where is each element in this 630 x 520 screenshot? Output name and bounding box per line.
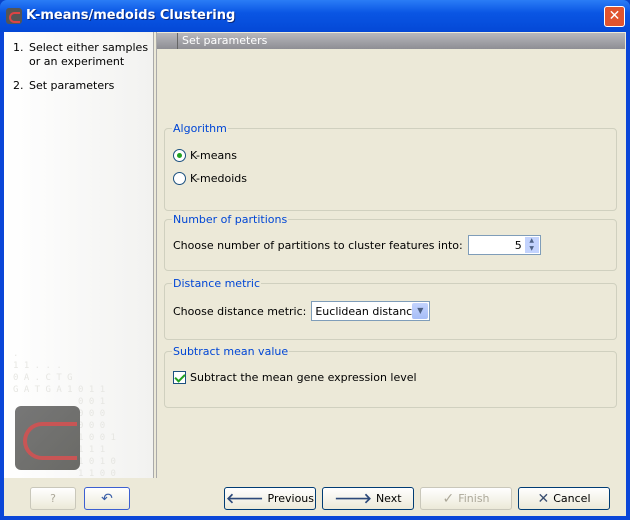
- subtract-group: Subtract mean value Subtract the mean ge…: [164, 345, 617, 408]
- reset-button[interactable]: ↶: [84, 487, 130, 510]
- radio-label: K-means: [190, 149, 237, 162]
- algorithm-group: Algorithm K-means K-medoids: [164, 122, 617, 211]
- cancel-button[interactable]: ✕ Cancel: [518, 487, 610, 510]
- section-title: Set parameters: [182, 34, 268, 47]
- spinner-arrows[interactable]: ▲ ▼: [524, 237, 539, 253]
- radio-kmeans[interactable]: K-means: [173, 149, 237, 162]
- group-legend: Subtract mean value: [172, 345, 290, 358]
- distance-row: Choose distance metric: Euclidean distan…: [173, 301, 431, 321]
- section-header: Set parameters: [157, 33, 625, 49]
- group-legend: Number of partitions: [172, 213, 289, 226]
- title-bar: K-means/medoids Clustering ✕: [0, 0, 630, 32]
- x-icon: ✕: [537, 490, 550, 507]
- step-label: Select either samples or an experiment: [29, 41, 149, 68]
- step-number: 1.: [13, 41, 24, 54]
- subtract-checkbox[interactable]: [173, 371, 186, 384]
- clc-logo: [15, 406, 80, 470]
- previous-button[interactable]: 🡐 Previous: [224, 487, 316, 510]
- app-icon: [6, 8, 22, 24]
- dialog-window: K-means/medoids Clustering ✕ 1. Select ei…: [0, 0, 630, 520]
- spinner-value[interactable]: 5: [515, 239, 522, 252]
- dialog-body: 1. Select either samples or an experiment…: [4, 32, 626, 516]
- radio-button[interactable]: [173, 149, 186, 162]
- parameters-panel: Set parameters Algorithm K-means K-medoi…: [156, 32, 626, 478]
- step-number: 2.: [13, 79, 24, 92]
- distance-label: Choose distance metric:: [173, 304, 307, 318]
- radio-button[interactable]: [173, 172, 186, 185]
- checkmark-icon: ✓: [442, 490, 455, 507]
- select-value: Euclidean distance: [315, 305, 419, 318]
- arrow-right-icon: 🡒: [334, 491, 372, 507]
- header-divider: [177, 33, 178, 49]
- undo-arrow-icon: ↶: [101, 490, 113, 507]
- close-icon: ✕: [608, 8, 621, 24]
- button-label: Next: [375, 492, 402, 505]
- button-label: Cancel: [553, 492, 591, 505]
- finish-button[interactable]: ✓ Finish: [420, 487, 512, 510]
- button-label: Finish: [458, 492, 490, 505]
- partitions-group: Number of partitions Choose number of pa…: [164, 213, 617, 271]
- steps-panel: 1. Select either samples or an experiment…: [4, 32, 154, 479]
- chevron-down-icon[interactable]: ▼: [412, 303, 429, 319]
- step-2: 2. Set parameters: [13, 79, 154, 93]
- distance-select[interactable]: Euclidean distance ▼: [311, 301, 431, 321]
- help-button[interactable]: ?: [30, 487, 76, 510]
- group-legend: Distance metric: [172, 277, 262, 290]
- spin-up-icon[interactable]: ▲: [525, 237, 539, 245]
- button-label: Previous: [267, 492, 315, 505]
- partitions-row: Choose number of partitions to cluster f…: [173, 235, 541, 255]
- close-button[interactable]: ✕: [604, 6, 625, 27]
- step-1: 1. Select either samples or an experiment: [13, 41, 154, 69]
- next-button[interactable]: 🡒 Next: [322, 487, 414, 510]
- subtract-checkbox-row[interactable]: Subtract the mean gene expression level: [173, 371, 417, 384]
- partitions-label: Choose number of partitions to cluster f…: [173, 238, 463, 252]
- partitions-spinner[interactable]: 5 ▲ ▼: [467, 235, 541, 255]
- radio-kmedoids[interactable]: K-medoids: [173, 172, 247, 185]
- arrow-left-icon: 🡐: [225, 491, 264, 507]
- spin-down-icon[interactable]: ▼: [525, 245, 539, 253]
- checkbox-label: Subtract the mean gene expression level: [190, 371, 417, 384]
- distance-group: Distance metric Choose distance metric: …: [164, 277, 617, 340]
- step-label: Set parameters: [29, 79, 115, 92]
- group-legend: Algorithm: [172, 122, 228, 135]
- help-icon: ?: [50, 492, 56, 505]
- radio-label: K-medoids: [190, 172, 247, 185]
- window-title: K-means/medoids Clustering: [26, 8, 236, 23]
